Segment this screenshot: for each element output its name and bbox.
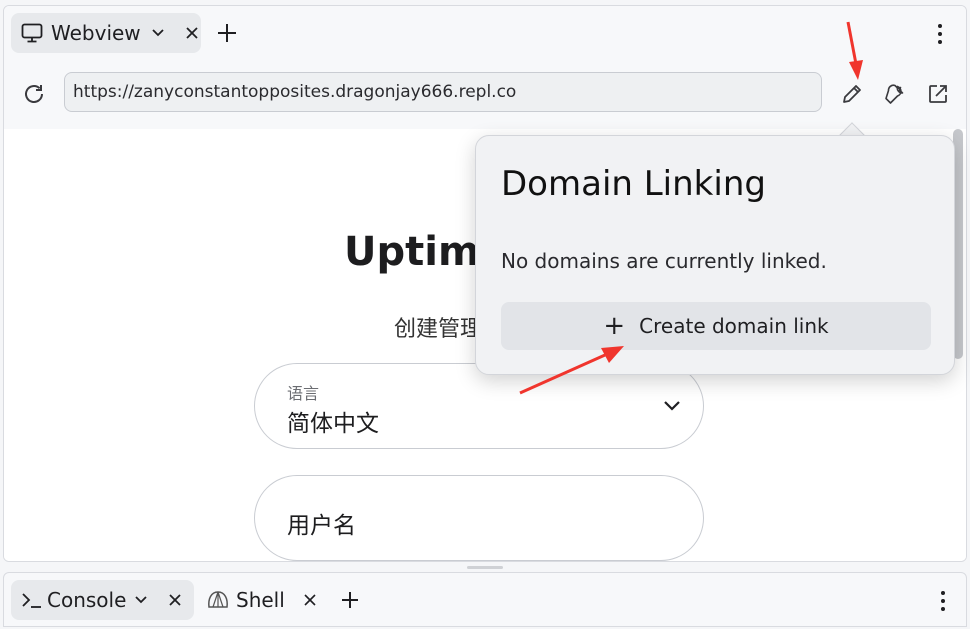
username-field[interactable]: 用户名 bbox=[254, 475, 704, 561]
tab-console-label: Console bbox=[47, 588, 127, 612]
popover-title: Domain Linking bbox=[501, 164, 766, 204]
create-domain-link-label: Create domain link bbox=[639, 314, 829, 338]
more-menu-icon[interactable] bbox=[939, 590, 947, 612]
popover-message: No domains are currently linked. bbox=[501, 249, 827, 273]
add-tab-icon[interactable] bbox=[340, 590, 360, 610]
close-tab-icon[interactable] bbox=[303, 593, 317, 607]
tab-shell[interactable]: Shell bbox=[202, 580, 317, 620]
top-tab-bar: Webview bbox=[4, 6, 966, 61]
url-text: https://zanyconstantopposites.dragonjay6… bbox=[73, 82, 517, 102]
chevron-down-icon bbox=[663, 400, 681, 412]
language-select[interactable]: 语言 简体中文 bbox=[254, 363, 704, 449]
terminal-prompt-icon bbox=[21, 591, 43, 609]
shell-icon bbox=[206, 589, 230, 611]
domain-linking-popover: Domain Linking No domains are currently … bbox=[475, 135, 955, 375]
username-placeholder: 用户名 bbox=[287, 513, 356, 539]
close-tab-icon[interactable] bbox=[185, 26, 199, 40]
add-tab-icon[interactable] bbox=[216, 22, 238, 44]
language-label: 语言 bbox=[287, 384, 320, 403]
wrench-icon[interactable] bbox=[883, 82, 907, 106]
create-domain-link-button[interactable]: + Create domain link bbox=[501, 302, 931, 350]
close-tab-icon[interactable] bbox=[168, 593, 182, 607]
language-value: 简体中文 bbox=[287, 411, 379, 437]
plus-icon: + bbox=[603, 311, 626, 341]
pencil-icon[interactable] bbox=[840, 82, 864, 106]
url-field[interactable]: https://zanyconstantopposites.dragonjay6… bbox=[64, 72, 822, 112]
tab-shell-label: Shell bbox=[236, 588, 285, 612]
open-external-icon[interactable] bbox=[926, 82, 950, 106]
tab-webview-label: Webview bbox=[51, 21, 141, 45]
tab-webview[interactable]: Webview bbox=[11, 13, 201, 53]
bottom-tab-bar: Console Shell bbox=[3, 572, 967, 627]
panel-resize-handle[interactable] bbox=[467, 566, 503, 569]
reload-icon[interactable] bbox=[22, 82, 46, 106]
chevron-down-icon[interactable] bbox=[134, 595, 148, 605]
page-subtitle: 创建管理 bbox=[394, 317, 483, 342]
chevron-down-icon[interactable] bbox=[151, 28, 165, 38]
tab-console[interactable]: Console bbox=[11, 580, 194, 620]
monitor-icon bbox=[21, 23, 43, 43]
address-bar-row: https://zanyconstantopposites.dragonjay6… bbox=[4, 61, 966, 129]
more-menu-icon[interactable] bbox=[936, 23, 944, 45]
